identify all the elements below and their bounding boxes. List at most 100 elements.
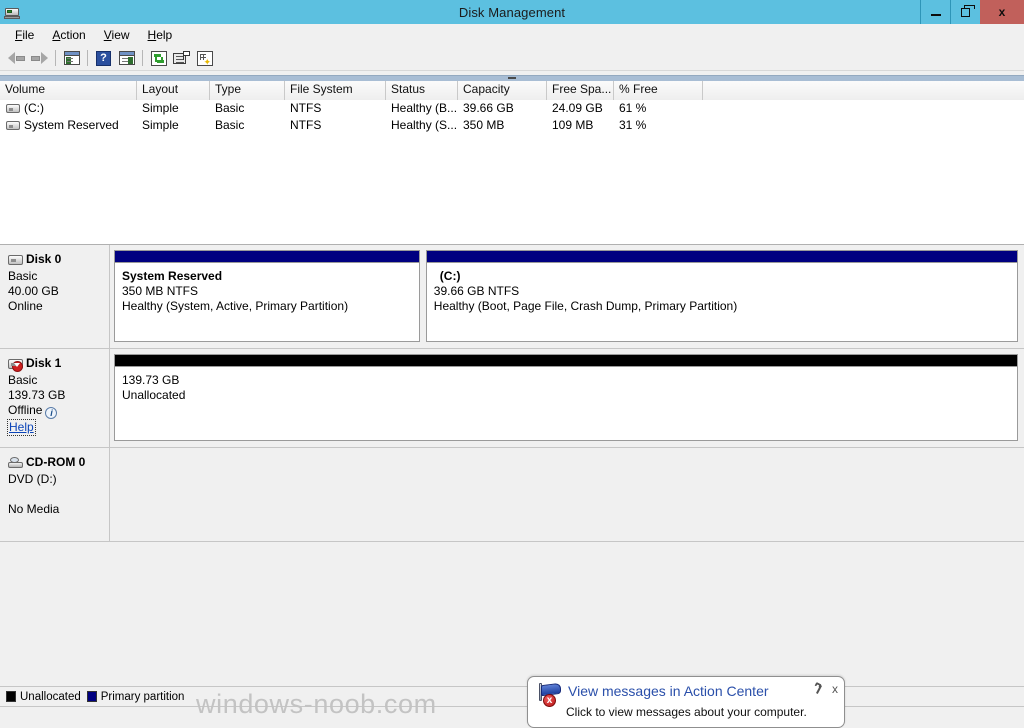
legend-bar: Unallocated Primary partition [0,686,1024,706]
table-row[interactable]: System Reserved Simple Basic NTFS Health… [0,117,1024,134]
legend-label-unallocated: Unallocated [20,690,81,703]
column-header-status[interactable]: Status [386,81,458,100]
notification-title[interactable]: View messages in Action Center [568,682,808,700]
legend-label-primary-partition: Primary partition [100,690,185,703]
disk-title-disk-0: Disk 0 [8,252,103,267]
partition-unallocated[interactable]: 139.73 GB Unallocated [114,354,1018,441]
menu-rest-file: ile [22,28,35,42]
disk-partitions-cdrom-0 [110,448,1024,541]
disk-row-cdrom-0[interactable]: CD-ROM 0 DVD (D:) No Media [0,448,1024,542]
column-header-percent-free[interactable]: % Free [614,81,703,100]
cell-layout: Simple [142,101,179,115]
disk-title-cdrom-0: CD-ROM 0 [8,455,103,470]
info-icon[interactable]: i [45,407,58,419]
legend-item-primary-partition: Primary partition [86,690,185,703]
disk-type-label: Basic [8,269,38,283]
close-button[interactable]: x [980,0,1024,24]
help-icon: ? [96,50,111,66]
column-header-volume[interactable]: Volume [0,81,137,100]
column-header-layout[interactable]: Layout [137,81,210,100]
toolbar-separator [55,50,56,66]
partition-color-bar [115,355,1017,367]
partition-size-fs: 39.66 GB NTFS [433,284,520,298]
column-header-file-system[interactable]: File System [285,81,386,100]
column-header-free-space[interactable]: Free Spa... [547,81,614,100]
close-icon[interactable]: x [832,683,838,695]
maximize-button[interactable] [950,0,980,24]
disk-info-disk-1[interactable]: Disk 1 Basic 139.73 GB Offline i Help [0,349,110,447]
disk-type-label: Basic [8,373,38,387]
help-button[interactable]: ? [92,47,115,69]
rescan-disks-button[interactable]: ✦ [193,47,216,69]
action-center-flag-icon: x [536,682,562,707]
column-header-capacity[interactable]: Capacity [458,81,547,100]
partition-c-drive[interactable]: (C:) 39.66 GB NTFS Healthy (Boot, Page F… [425,250,1018,342]
partition-name: (C:) [439,269,461,283]
disk-info-cdrom-0[interactable]: CD-ROM 0 DVD (D:) No Media [0,448,110,541]
cell-type: Basic [215,101,245,115]
menu-item-file[interactable]: File [6,26,43,44]
disk-status-label: Offline [8,403,43,417]
disk-name-label: Disk 0 [26,252,62,266]
window-title: Disk Management [458,4,566,20]
pane-splitter[interactable] [0,71,1024,81]
disk-info-disk-0[interactable]: Disk 0 Basic 40.00 GB Online [0,245,110,348]
properties-icon [173,50,190,66]
cell-volume-label: (C:) [24,101,44,115]
disk-row-disk-1[interactable]: Disk 1 Basic 139.73 GB Offline i Help 139… [0,349,1024,448]
menu-item-help[interactable]: Help [139,26,182,44]
partition-status: Healthy (System, Active, Primary Partiti… [122,299,349,313]
minimize-button[interactable] [920,0,950,24]
disk-graphical-view: Disk 0 Basic 40.00 GB Online System Rese… [0,245,1024,686]
disk-status-row: Offline i [8,403,103,419]
partition-status: Healthy (Boot, Page File, Crash Dump, Pr… [433,299,738,313]
toolbar-separator [142,50,143,66]
partition-name: System Reserved [122,269,223,283]
column-header-filler [703,81,1024,100]
cell-volume: (C:) [0,100,137,117]
menu-accel-help: H [147,28,157,42]
cell-percent-free: 61 % [619,101,647,115]
cell-free-space: 109 MB [552,118,594,132]
disk-status-label: Online [8,299,43,313]
drive-icon [6,121,20,130]
table-row[interactable]: (C:) Simple Basic NTFS Healthy (B... 39.… [0,100,1024,117]
menu-item-action[interactable]: Action [43,26,94,44]
disk-size-label: 40.00 GB [8,284,59,298]
disk-row-disk-0[interactable]: Disk 0 Basic 40.00 GB Online System Rese… [0,245,1024,349]
wrench-icon[interactable] [814,681,825,695]
disk-offline-icon [8,358,23,372]
action-center-notification[interactable]: x View messages in Action Center x Click… [527,676,845,728]
window-controls: x [920,0,1024,24]
column-header-type[interactable]: Type [210,81,285,100]
volume-list-header: Volume Layout Type File System Status Ca… [0,81,1024,100]
rescan-disks-icon: ✦ [196,50,213,66]
back-button[interactable] [5,47,28,69]
cell-type: Basic [215,118,245,132]
show-hide-console-tree-button[interactable] [60,47,83,69]
menu-accel-view: V [103,28,112,42]
notification-header: x View messages in Action Center x [536,681,838,707]
cell-volume: System Reserved [0,117,137,134]
properties-button[interactable] [170,47,193,69]
status-bar [0,706,1024,728]
splitter-grip [508,77,516,79]
disk-name-label: Disk 1 [26,356,62,370]
menu-item-view[interactable]: View [95,26,139,44]
refresh-button[interactable] [147,47,170,69]
error-badge: x [543,694,556,707]
drive-icon [6,104,20,113]
volume-list: Volume Layout Type File System Status Ca… [0,81,1024,245]
cell-file-system: NTFS [290,118,322,132]
disk-management-icon [4,4,20,20]
cell-free-space: 24.09 GB [552,101,603,115]
disk-help-link[interactable]: Help [7,419,36,436]
partition-system-reserved[interactable]: System Reserved 350 MB NTFS Healthy (Sys… [114,250,420,342]
cell-capacity: 39.66 GB [463,101,514,115]
cell-percent-free: 31 % [619,118,647,132]
forward-button[interactable] [28,47,51,69]
menu-rest-action: ction [60,28,86,42]
cell-status: Healthy (B... [391,101,458,115]
show-hide-action-pane-button[interactable] [115,47,138,69]
menu-rest-view: iew [111,28,130,42]
